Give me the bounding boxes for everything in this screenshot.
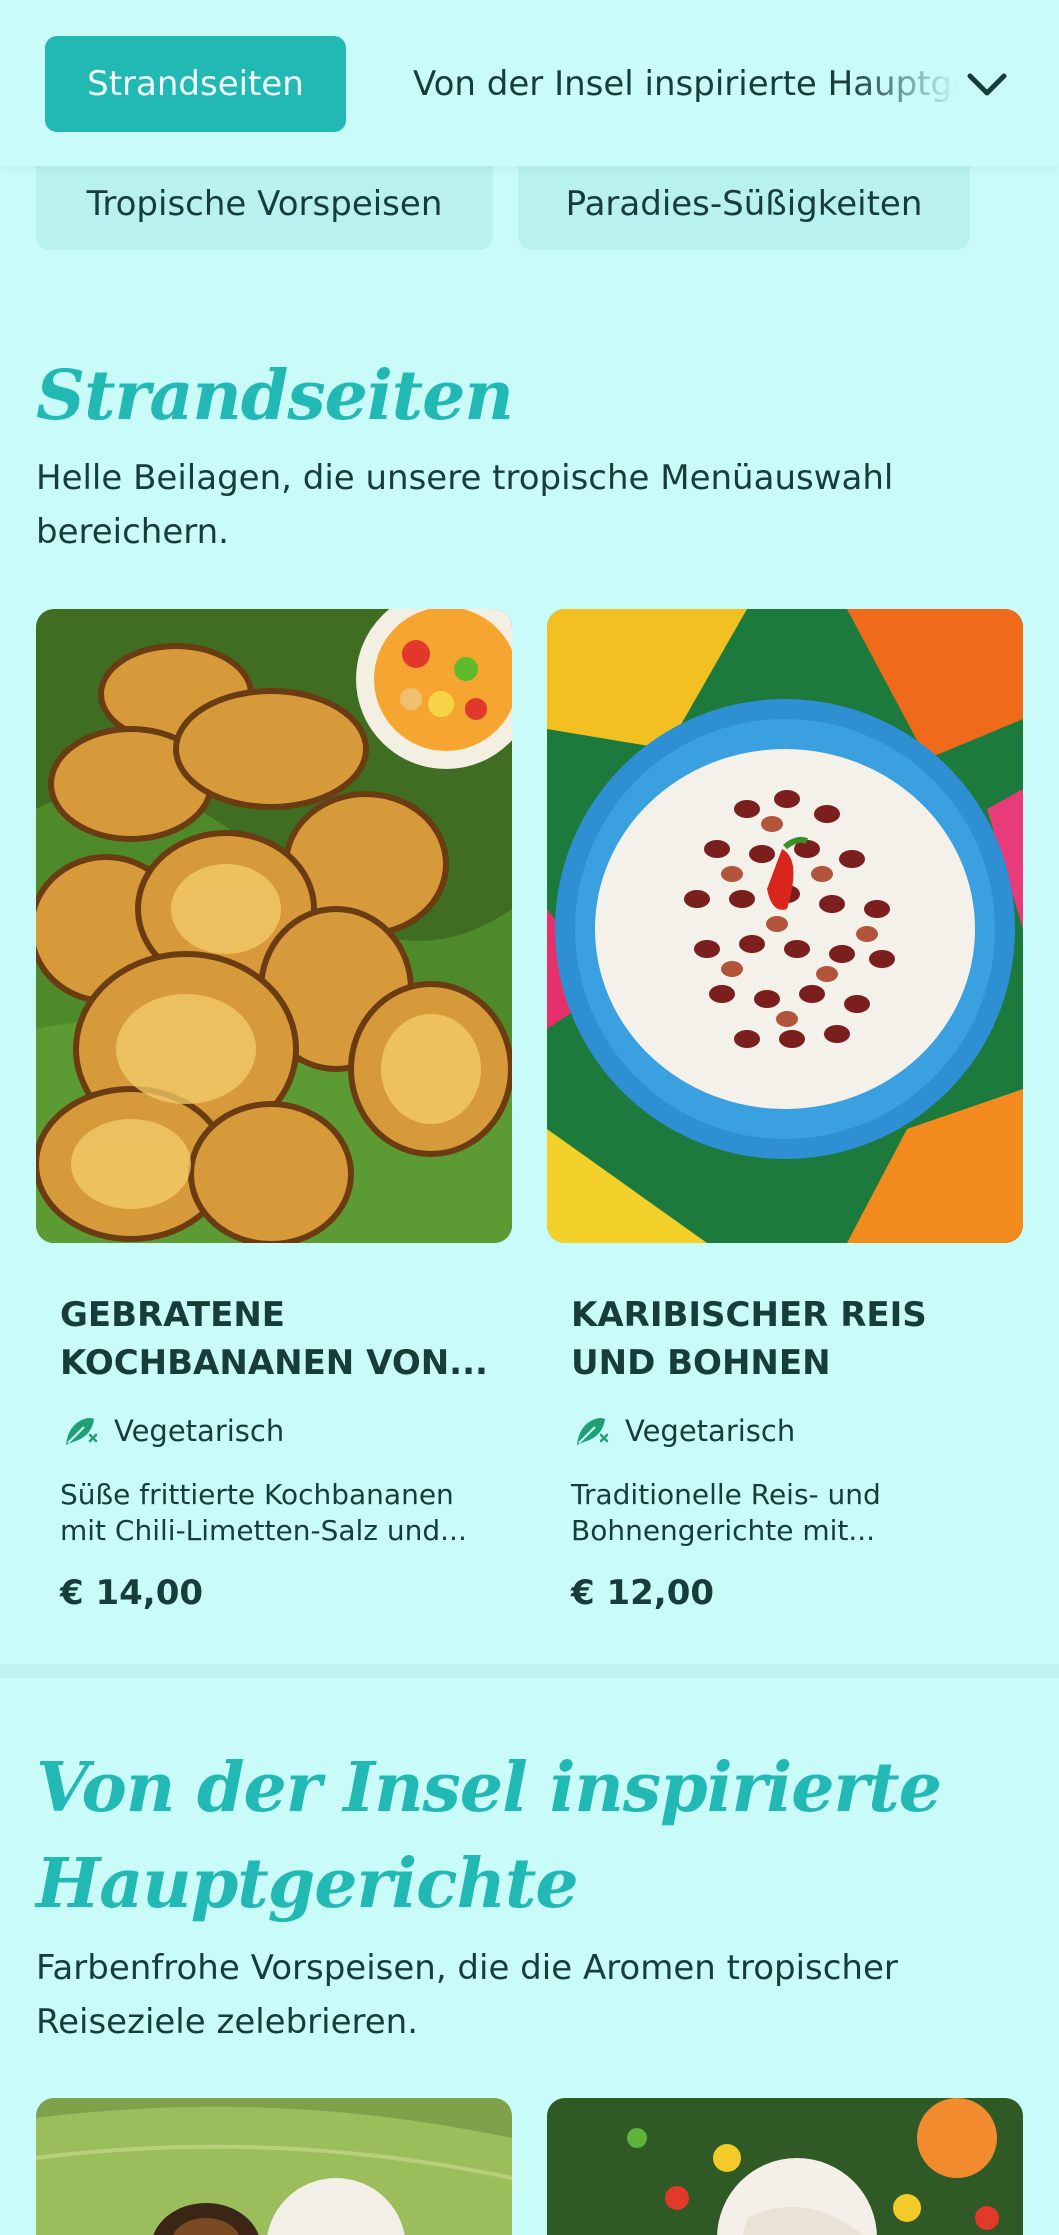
menu-item-card[interactable]: GEBRATENE KOCHBANANEN VON... Vegetarisch… — [36, 609, 512, 1619]
menu-item-price: € 12,00 — [571, 1573, 715, 1613]
section-description: Helle Beilagen, die unsere tropische Men… — [36, 458, 894, 552]
description-line: Süße frittierte Kochbananen — [60, 1478, 454, 1511]
diet-label-text: Vegetarisch — [625, 1414, 796, 1448]
section-title-line: Von der Insel inspirierte — [36, 1748, 942, 1828]
menu-item-price: € 14,00 — [60, 1573, 204, 1613]
diet-label-text: Vegetarisch — [114, 1414, 285, 1448]
section-title-line: Hauptgerichte — [36, 1844, 579, 1924]
tab-hauptgerichte[interactable]: Von der Insel inspirierte Hauptgerichte — [413, 36, 958, 132]
section-title: Von der Insel inspirierte Hauptgerichte — [36, 1740, 942, 1932]
section-description: Farbenfrohe Vorspeisen, die die Aromen t… — [36, 1948, 898, 2042]
category-nav: Strandseiten Von der Insel inspirierte H… — [0, 0, 1059, 166]
description-line: mit Chili-Limetten-Salz und... — [60, 1514, 467, 1547]
leaf-icon — [66, 1418, 98, 1445]
menu-item-card[interactable] — [547, 2098, 1023, 2235]
menu-item-image — [36, 609, 512, 1243]
menu-item-image — [547, 2098, 1023, 2235]
section-title: Strandseiten — [36, 356, 514, 436]
description-line: Bohnengerichte mit... — [571, 1514, 876, 1547]
menu-item-image — [547, 609, 1023, 1243]
menu-item-card[interactable]: KARIBISCHER REIS UND BOHNEN Vegetarisch … — [547, 609, 1023, 1619]
description-line: Traditionelle Reis- und — [571, 1478, 881, 1511]
menu-item-image — [36, 2098, 512, 2235]
diet-label: Vegetarisch — [571, 1411, 795, 1451]
menu-item-name: GEBRATENE KOCHBANANEN VON... — [60, 1295, 488, 1383]
menu-item-description: Süße frittierte Kochbananen mit Chili-Li… — [60, 1477, 480, 1549]
menu-item-name: KARIBISCHER REIS UND BOHNEN — [571, 1295, 927, 1383]
diet-label: Vegetarisch — [60, 1411, 284, 1451]
menu-item-description: Traditionelle Reis- und Bohnengerichte m… — [571, 1477, 991, 1549]
section-divider — [0, 1664, 1059, 1678]
tab-strandseiten[interactable]: Strandseiten — [45, 36, 346, 132]
menu-item-card[interactable] — [36, 2098, 512, 2235]
leaf-icon — [577, 1418, 609, 1445]
chevron-down-icon[interactable] — [962, 60, 1012, 110]
